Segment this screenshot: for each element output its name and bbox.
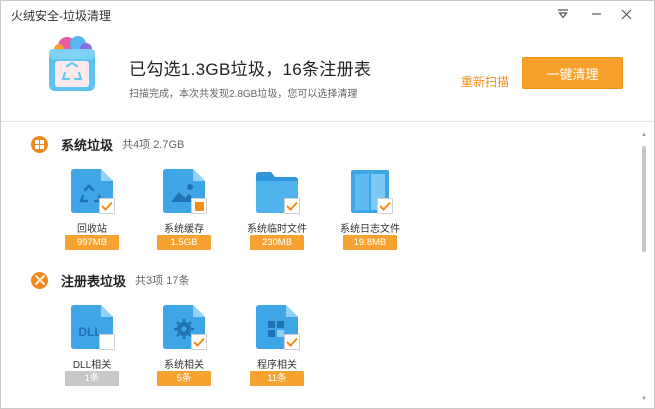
scan-summary-header: 已勾选1.3GB垃圾，16条注册表 扫描完成，本次共发现2.8GB垃圾，您可以选…: [1, 29, 654, 115]
one-click-clean-button[interactable]: 一键清理: [522, 57, 623, 89]
window-title: 火绒安全-垃圾清理: [11, 9, 111, 23]
item-system-related[interactable]: 系统相关 5条: [149, 304, 219, 394]
section-registry-junk: 注册表垃圾 共3项 17条: [31, 270, 189, 290]
title-bar[interactable]: 火绒安全-垃圾清理: [1, 1, 654, 29]
windows-icon: [31, 135, 48, 153]
item-size-badge: 5条: [157, 371, 211, 386]
scan-result-text: 扫描完成，本次共发现2.8GB垃圾，您可以选择清理: [129, 89, 358, 100]
item-size-badge: 1条: [65, 371, 119, 386]
item-label: 系统临时文件: [247, 224, 307, 235]
selection-summary: 已勾选1.3GB垃圾，16条注册表: [129, 60, 372, 79]
item-label: 系统缓存: [164, 224, 204, 235]
item-size-badge: 997MB: [65, 235, 119, 250]
registry-icon: [31, 271, 48, 289]
section-count: 共4项 2.7GB: [122, 139, 185, 151]
scroll-up-icon[interactable]: ▲: [641, 132, 647, 138]
item-program-related[interactable]: 程序相关 11条: [242, 304, 312, 394]
item-label: 程序相关: [257, 360, 297, 371]
rescan-link[interactable]: 重新扫描: [461, 73, 509, 90]
section-title: 注册表垃圾: [61, 273, 127, 289]
item-label: 系统日志文件: [340, 224, 400, 235]
checkbox-checked[interactable]: [284, 334, 300, 350]
checkbox-checked[interactable]: [99, 198, 115, 214]
section-count: 共3项 17条: [135, 275, 190, 287]
junk-list: 系统垃圾 共4项 2.7GB 回收站 997MB 系统缓存 1.5GB 系统临时…: [1, 122, 654, 408]
item-recycle-bin[interactable]: 回收站 997MB: [57, 168, 127, 258]
checkbox-partial[interactable]: [191, 198, 207, 214]
item-size-badge: 1.5GB: [157, 235, 211, 250]
scroll-down-icon[interactable]: ▼: [641, 396, 647, 402]
section-system-junk: 系统垃圾 共4项 2.7GB: [31, 134, 184, 154]
item-label: 回收站: [77, 224, 107, 235]
app-window: 火绒安全-垃圾清理 已勾选1.3GB垃圾，16条注册表 扫描完成，本次共发现2.…: [0, 0, 655, 409]
item-temp-files[interactable]: 系统临时文件 230MB: [242, 168, 312, 258]
checkbox-checked[interactable]: [191, 334, 207, 350]
checkbox-checked[interactable]: [377, 198, 393, 214]
item-dll[interactable]: DLL DLL相关 1条: [57, 304, 127, 394]
item-system-cache[interactable]: 系统缓存 1.5GB: [149, 168, 219, 258]
item-label: 系统相关: [164, 360, 204, 371]
close-icon[interactable]: [613, 3, 639, 25]
item-label: DLL相关: [72, 360, 112, 371]
checkbox-unchecked[interactable]: [99, 334, 115, 350]
item-size-badge: 19.8MB: [343, 235, 397, 250]
section-title: 系统垃圾: [61, 137, 114, 153]
vertical-scrollbar[interactable]: ▲ ▼: [641, 132, 647, 402]
minimize-icon[interactable]: [583, 3, 609, 25]
scroll-thumb[interactable]: [642, 146, 646, 252]
item-log-files[interactable]: 系统日志文件 19.8MB: [335, 168, 405, 258]
item-size-badge: 230MB: [250, 235, 304, 250]
item-size-badge: 11条: [250, 371, 304, 386]
checkbox-checked[interactable]: [284, 198, 300, 214]
menu-dropdown-icon[interactable]: [550, 3, 576, 25]
recycle-bin-hero-icon: [41, 33, 103, 95]
